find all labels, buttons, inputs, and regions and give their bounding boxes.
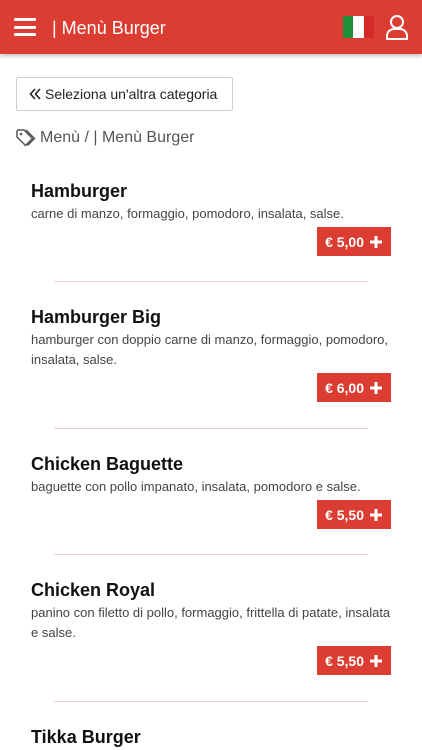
item-description: hamburger con doppio carne di manzo, for… <box>31 332 388 367</box>
italy-flag-icon[interactable] <box>343 16 374 38</box>
item-description: panino con filetto di pollo, formaggio, … <box>31 605 391 640</box>
add-to-cart-button[interactable]: € 5,00 <box>317 227 391 256</box>
breadcrumb: Menù / | Menù Burger <box>16 128 194 148</box>
item-name: Chicken Baguette <box>31 454 184 474</box>
divider <box>54 428 368 429</box>
menu-item: Hamburger Big hamburger con doppio carne… <box>31 306 391 402</box>
item-price: € 5,50 <box>325 652 364 669</box>
divider <box>54 554 368 555</box>
select-another-category-button[interactable]: Seleziona un'altra categoria <box>16 77 233 111</box>
plus-icon <box>370 654 382 667</box>
item-name: Hamburger <box>31 181 128 201</box>
item-name: Tikka Burger <box>31 727 141 747</box>
menu-item: Tikka Burger <box>31 726 391 750</box>
menu-item: Chicken Royal panino con filetto di poll… <box>31 579 391 675</box>
plus-icon <box>370 508 382 521</box>
item-name: Chicken Royal <box>31 580 156 600</box>
item-description: baguette con pollo impanato, insalata, p… <box>31 479 361 494</box>
add-to-cart-button[interactable]: € 5,50 <box>317 500 391 529</box>
item-name: Hamburger Big <box>31 307 162 327</box>
plus-icon <box>370 381 382 394</box>
user-icon[interactable] <box>385 14 409 40</box>
tag-icon <box>16 129 36 147</box>
divider <box>54 281 368 282</box>
hamburger-menu-icon[interactable] <box>14 18 36 36</box>
plus-icon <box>370 235 382 248</box>
item-price: € 6,00 <box>325 379 364 396</box>
add-to-cart-button[interactable]: € 6,00 <box>317 373 391 402</box>
double-chevron-left-icon <box>29 88 41 100</box>
breadcrumb-text: Menù / | Menù Burger <box>40 129 195 146</box>
back-button-label: Seleziona un'altra categoria <box>45 86 218 102</box>
item-price: € 5,00 <box>325 233 364 250</box>
menu-item: Chicken Baguette baguette con pollo impa… <box>31 453 391 529</box>
item-price: € 5,50 <box>325 506 364 523</box>
item-description: carne di manzo, formaggio, pomodoro, ins… <box>31 206 344 221</box>
add-to-cart-button[interactable]: € 5,50 <box>317 646 391 675</box>
top-app-bar: | Menù Burger <box>0 0 422 54</box>
page-title: | Menù Burger <box>52 18 166 38</box>
divider <box>54 701 368 702</box>
menu-item: Hamburger carne di manzo, formaggio, pom… <box>31 180 391 256</box>
